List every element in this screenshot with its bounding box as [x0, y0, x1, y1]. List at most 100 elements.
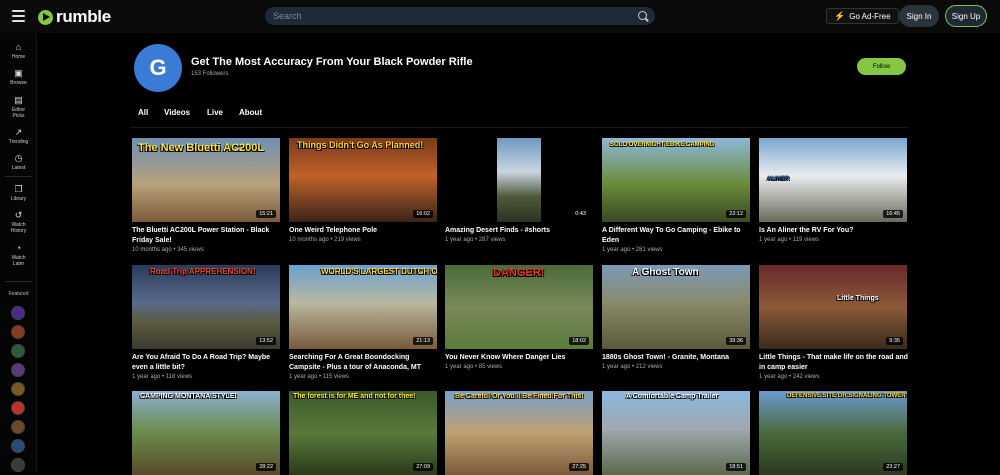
featured-channel-avatar[interactable]: [11, 325, 25, 339]
editor-picks-icon: ▤: [14, 95, 23, 105]
video-thumbnail[interactable]: DANGER! 18:02: [445, 265, 593, 349]
video-title[interactable]: The Bluetti AC200L Power Station - Black…: [132, 226, 282, 246]
video-thumbnail[interactable]: Be Careful Or You'll Be Fined For This! 2…: [445, 391, 593, 475]
video-meta: 1 year ago • 281 views: [602, 247, 663, 253]
featured-channel-avatar[interactable]: [11, 458, 25, 472]
channel-avatar[interactable]: G: [134, 44, 182, 92]
video-title[interactable]: Is An Aliner the RV For You?: [759, 226, 909, 236]
search-input[interactable]: [265, 11, 625, 21]
search-bar: [265, 7, 655, 25]
rumble-play-icon: [38, 9, 53, 25]
featured-channel-avatar[interactable]: [11, 420, 25, 434]
rumble-logo[interactable]: rumble: [38, 7, 111, 27]
duration-badge: 18:02: [569, 337, 589, 345]
video-meta: 10 months ago • 345 views: [132, 247, 204, 253]
thumbnail-caption: Little Things: [837, 295, 879, 302]
tab-live[interactable]: Live: [207, 108, 223, 117]
sidebar-item-label: Watch Later: [11, 255, 26, 267]
sidebar-item-label: Latest: [11, 165, 26, 171]
thumbnail-caption: DEFENSIVE SITE OR SIGNALING TOWER?: [787, 393, 907, 399]
duration-badge: 27:25: [569, 463, 589, 471]
sidebar-item-label: Trending: [8, 139, 29, 145]
video-title[interactable]: Little Things - That make life on the ro…: [759, 353, 909, 373]
video-meta: 1 year ago • 118 views: [132, 374, 193, 380]
avatar-letter: G: [149, 55, 167, 80]
video-title[interactable]: Searching For A Great Boondocking Campsi…: [289, 353, 439, 373]
sidebar-item-watch-later[interactable]: ◔ Watch Later: [0, 244, 37, 268]
thumbnail-caption: Things Didn't Go As Planned!: [297, 140, 424, 150]
video-thumbnail[interactable]: WORLD'S LARGEST DUTCH OVEN? 21:13: [289, 265, 437, 349]
video-meta: 1 year ago • 287 views: [445, 237, 506, 243]
featured-channel-avatar[interactable]: [11, 363, 25, 377]
channel-title: Get The Most Accuracy From Your Black Po…: [191, 56, 473, 68]
video-thumbnail[interactable]: A Ghost Town 39:36: [602, 265, 750, 349]
tabs-divider: [130, 127, 908, 128]
video-title[interactable]: Are You Afraid To Do A Road Trip? Maybe …: [132, 353, 282, 373]
video-thumbnail[interactable]: Things Didn't Go As Planned! 16:02: [289, 138, 437, 222]
follower-count: 153 Followers: [191, 71, 229, 77]
thumbnail-caption: A Comfortable Camp Trailer: [626, 393, 719, 400]
video-thumbnail[interactable]: The forest is for ME and not for thee! 27…: [289, 391, 437, 475]
video-thumbnail[interactable]: SOLO OVERNIGHT EBIKE CAMPING 23:12: [602, 138, 750, 222]
tab-about[interactable]: About: [239, 108, 262, 117]
tab-all[interactable]: All: [138, 108, 148, 117]
sign-in-button[interactable]: Sign In: [899, 5, 939, 27]
duration-badge: 23:12: [726, 210, 746, 218]
video-thumbnail[interactable]: Road Trip APPREHENSION! 13:52: [132, 265, 280, 349]
video-title[interactable]: A Different Way To Go Camping - Ebike to…: [602, 226, 752, 246]
thumbnail-image: [497, 138, 541, 222]
sidebar-item-home[interactable]: ⌂ Home: [0, 43, 37, 61]
video-meta: 1 year ago • 119 views: [759, 237, 820, 243]
video-title[interactable]: You Never Know Where Danger Lies: [445, 353, 595, 363]
history-icon: ↺: [14, 210, 23, 220]
video-title[interactable]: Amazing Desert Finds - #shorts: [445, 226, 595, 236]
sidebar-item-browse[interactable]: ▣ Browse: [0, 68, 37, 87]
sidebar-item-label: Browse: [10, 80, 27, 86]
duration-badge: 9:35: [886, 337, 903, 345]
video-meta: 1 year ago • 115 views: [289, 374, 350, 380]
sidebar-item-watch-history[interactable]: ↺ Watch History: [0, 210, 37, 235]
hamburger-menu-icon[interactable]: [12, 10, 25, 22]
video-thumbnail[interactable]: CAMPING MONTANA STYLE! 28:22: [132, 391, 280, 475]
video-title[interactable]: 1880s Ghost Town! - Granite, Montana: [602, 353, 752, 363]
featured-channel-avatar[interactable]: [11, 401, 25, 415]
featured-channel-avatar[interactable]: [11, 344, 25, 358]
video-thumbnail[interactable]: Little Things 9:35: [759, 265, 907, 349]
browse-icon: ▣: [14, 68, 23, 78]
video-thumbnail[interactable]: The New Bluetti AC200L 15:21: [132, 138, 280, 222]
sidebar-item-editor-picks[interactable]: ▤ Editor Picks: [0, 95, 37, 120]
duration-badge: 0:43: [572, 210, 589, 218]
video-thumbnail[interactable]: 0:43: [445, 138, 593, 222]
duration-badge: 15:21: [256, 210, 276, 218]
duration-badge: 21:13: [413, 337, 433, 345]
sidebar-item-label: Watch History: [10, 222, 27, 234]
duration-badge: 39:36: [726, 337, 746, 345]
sidebar-item-trending[interactable]: ↗ Trending: [0, 128, 37, 146]
duration-badge: 16:02: [413, 210, 433, 218]
lightning-icon: ⚡: [834, 10, 846, 21]
duration-badge: 27:09: [413, 463, 433, 471]
sign-up-button[interactable]: Sign Up: [945, 5, 987, 27]
go-ad-free-button[interactable]: ⚡ Go Ad-Free: [826, 8, 899, 24]
video-thumbnail[interactable]: ALINER 16:45: [759, 138, 907, 222]
video-thumbnail[interactable]: A Comfortable Camp Trailer 18:51: [602, 391, 750, 475]
sign-in-label: Sign In: [906, 11, 932, 21]
featured-channel-avatar[interactable]: [11, 382, 25, 396]
follow-button[interactable]: Follow: [857, 58, 906, 75]
tab-videos[interactable]: Videos: [164, 108, 190, 117]
thumbnail-caption: SOLO OVERNIGHT EBIKE CAMPING: [610, 142, 715, 148]
video-thumbnail[interactable]: DEFENSIVE SITE OR SIGNALING TOWER? 23:27: [759, 391, 907, 475]
featured-channel-avatar[interactable]: [11, 439, 25, 453]
sidebar-divider: [5, 176, 32, 177]
sidebar-item-library[interactable]: ❐ Library: [0, 184, 37, 203]
thumbnail-caption: Road Trip APPREHENSION!: [150, 267, 256, 276]
thumbnail-image: [759, 265, 907, 349]
sidebar-item-latest[interactable]: ◷ Latest: [0, 154, 37, 172]
sidebar-item-label: Library: [10, 196, 27, 202]
thumbnail-caption: ALINER: [767, 176, 790, 182]
featured-channel-avatar[interactable]: [11, 306, 25, 320]
top-bar: rumble ⚡ Go Ad-Free Sign In Sign Up: [0, 0, 1000, 33]
search-icon[interactable]: [638, 11, 647, 20]
video-title[interactable]: One Weird Telephone Pole: [289, 226, 439, 236]
library-icon: ❐: [14, 184, 23, 194]
